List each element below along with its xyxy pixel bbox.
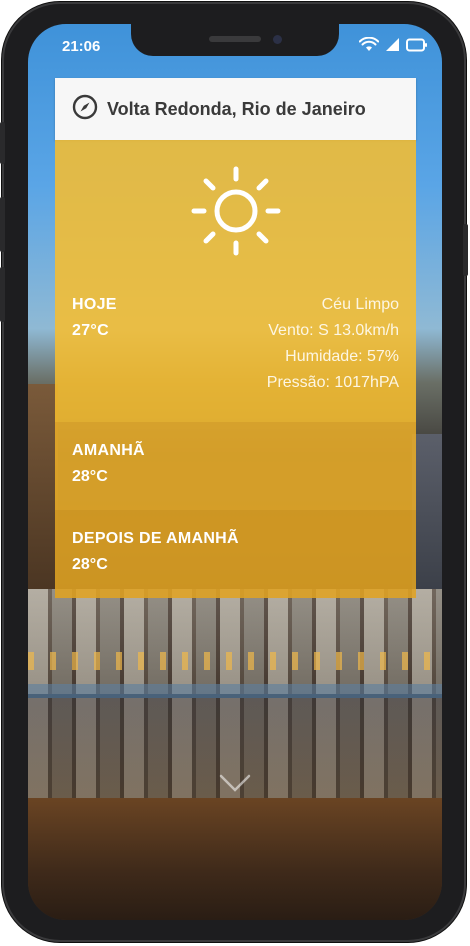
- location-bar[interactable]: Volta Redonda, Rio de Janeiro: [55, 78, 416, 140]
- volume-down-button: [0, 267, 5, 322]
- battery-icon: [406, 38, 428, 57]
- forecast-card-day-after[interactable]: DEPOIS DE AMANHÃ 28°C: [55, 510, 416, 598]
- compass-icon: [72, 94, 98, 125]
- today-condition: Céu Limpo: [321, 296, 399, 313]
- background-lights: [28, 652, 442, 670]
- forecast-day-label: AMANHÃ: [72, 442, 145, 459]
- background-river: [28, 684, 442, 698]
- background-buildings: [28, 589, 442, 694]
- today-humidity: Humidade: 57%: [285, 348, 399, 365]
- cellular-signal-icon: [385, 37, 400, 57]
- sun-icon: [191, 166, 281, 256]
- today-weather-card[interactable]: HOJE 27°C Céu Limpo Vento: S 13.0km/h Hu…: [55, 140, 416, 422]
- power-button: [463, 224, 468, 276]
- background-rocks: [28, 798, 442, 920]
- today-pressure: Pressão: 1017hPA: [266, 374, 399, 391]
- chevron-down-icon[interactable]: [218, 772, 252, 794]
- background-cliff: [28, 384, 58, 594]
- today-wind: Vento: S 13.0km/h: [268, 322, 399, 339]
- forecast-day-label: DEPOIS DE AMANHÃ: [72, 530, 239, 547]
- wifi-icon: [358, 36, 380, 57]
- notch: [131, 24, 339, 56]
- today-summary: HOJE 27°C: [72, 292, 117, 344]
- speaker-grille: [209, 36, 261, 42]
- forecast-temperature: 28°C: [72, 468, 108, 485]
- today-details: Céu Limpo Vento: S 13.0km/h Humidade: 57…: [267, 292, 399, 396]
- volume-up-button: [0, 197, 5, 252]
- status-time: 21:06: [62, 38, 101, 55]
- front-camera: [273, 35, 282, 44]
- today-label: HOJE: [72, 296, 117, 313]
- forecast-temperature: 28°C: [72, 556, 108, 573]
- location-name: Volta Redonda, Rio de Janeiro: [107, 98, 366, 119]
- today-temperature: 27°C: [72, 322, 109, 339]
- mute-switch: [0, 122, 5, 164]
- forecast-card-tomorrow[interactable]: AMANHÃ 28°C: [55, 422, 416, 510]
- status-icons: [358, 36, 428, 57]
